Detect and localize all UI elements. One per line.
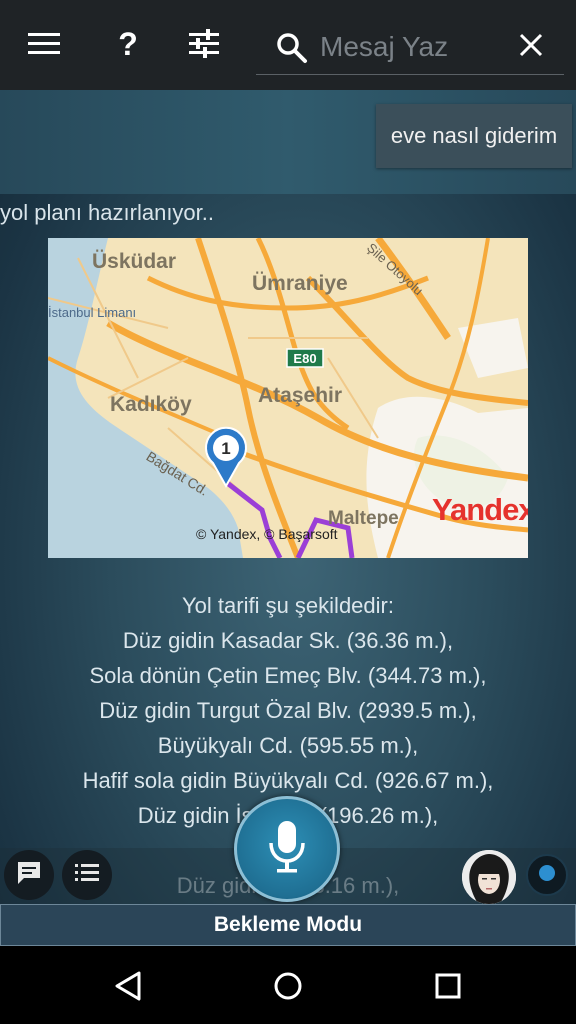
route-map[interactable]: 1 E80 Üsküdar Ümraniye İstanbul Limanı K… — [48, 238, 528, 558]
svg-text:?: ? — [118, 28, 138, 60]
search-bar — [256, 18, 564, 75]
microphone-button[interactable] — [234, 796, 340, 902]
directions-line: Sola dönün Çetin Emeç Blv. (344.73 m.), — [89, 663, 487, 688]
home-icon[interactable] — [268, 966, 308, 1006]
directions-fragment: (196.26 m.), — [319, 803, 439, 828]
list-icon — [73, 861, 101, 890]
directions-line: Hafif sola gidin Büyükyalı Cd. (926.67 m… — [82, 768, 494, 793]
listening-indicator[interactable] — [526, 854, 568, 896]
mode-status-bar[interactable]: Bekleme Modu — [0, 904, 576, 946]
directions-line: Yol tarifi şu şekildedir: — [182, 593, 394, 618]
message-input[interactable] — [318, 26, 512, 68]
map-marker-number: 1 — [221, 439, 230, 458]
directions-line: Düz gidin Turgut Özal Blv. (2939.5 m.), — [99, 698, 477, 723]
highway-sign: E80 — [293, 351, 316, 366]
user-message-text: eve nasıl giderim — [390, 123, 558, 148]
mode-label: Bekleme Modu — [213, 913, 363, 936]
map-label-atasehir: Ataşehir — [258, 384, 343, 407]
user-message-bubble: eve nasıl giderim — [376, 104, 572, 168]
list-button[interactable] — [62, 850, 112, 900]
back-icon[interactable] — [108, 966, 148, 1006]
map-label-kadikoy: Kadıköy — [110, 393, 192, 416]
chat-button[interactable] — [4, 850, 54, 900]
app-screen: ? eve nasıl giderim yol planı hazırlanıy… — [0, 0, 576, 1024]
close-icon[interactable] — [518, 32, 544, 63]
map-label-maltepe: Maltepe — [328, 508, 399, 529]
search-icon[interactable] — [276, 32, 308, 69]
status-text: yol planı hazırlanıyor.. — [0, 200, 215, 225]
help-icon[interactable]: ? — [108, 24, 148, 64]
map-attribution: © Yandex, © Başarsoft — [196, 526, 338, 542]
directions-line: Düz gidin Kasadar Sk. (36.36 m.), — [122, 628, 454, 653]
yandex-logo: Yandex — [432, 492, 528, 528]
map-label-umraniye: Ümraniye — [252, 272, 348, 295]
menu-icon[interactable] — [24, 24, 64, 64]
top-bar: ? — [0, 0, 576, 90]
chat-icon — [15, 859, 43, 892]
settings-sliders-icon[interactable] — [184, 24, 224, 64]
map-label-uskudar: Üsküdar — [92, 250, 177, 273]
record-dot-icon — [537, 863, 557, 888]
yandex-logo-text: Yandex — [432, 492, 528, 527]
recents-icon[interactable] — [428, 966, 468, 1006]
microphone-icon — [265, 819, 309, 880]
system-nav-bar — [0, 946, 576, 1024]
map-label-istanbul-limani: İstanbul Limanı — [48, 305, 137, 320]
assistant-avatar[interactable] — [462, 850, 516, 904]
directions-line: Büyükyalı Cd. (595.55 m.), — [157, 733, 419, 758]
